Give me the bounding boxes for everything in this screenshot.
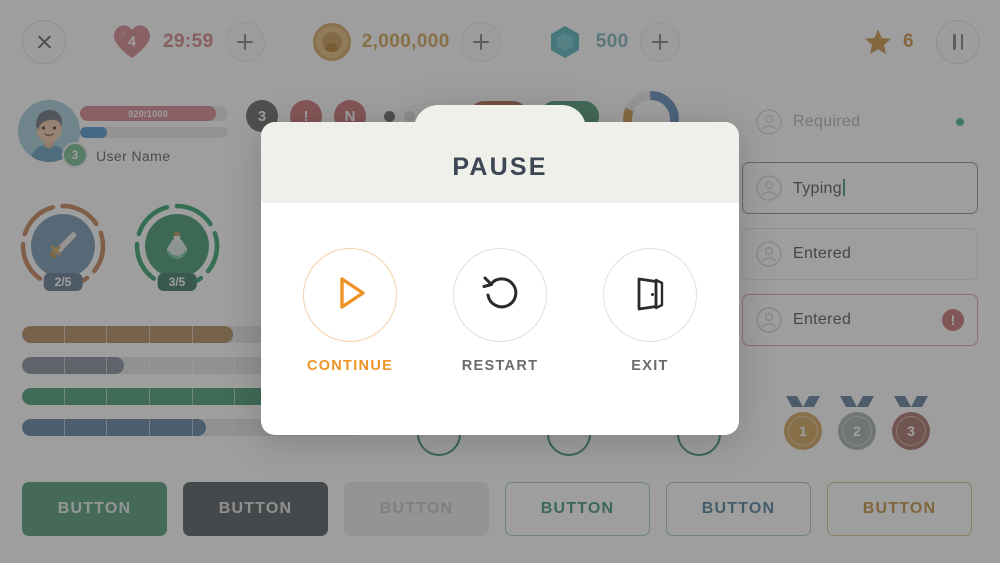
restart-button[interactable]: RESTART: [448, 248, 552, 374]
exit-door-icon: [628, 271, 672, 320]
restart-icon: [478, 271, 522, 320]
pause-modal: PAUSE CONTINUE RESTART EXIT: [261, 105, 739, 435]
game-screen: 4 29:59 2,000,000 500 6 3 920/1000 User …: [0, 0, 1000, 563]
page-title: PAUSE: [452, 153, 548, 181]
modal-actions: CONTINUE RESTART EXIT: [261, 203, 739, 435]
modal-header: PAUSE: [261, 122, 739, 203]
pause-modal-layer: PAUSE CONTINUE RESTART EXIT: [0, 0, 1000, 563]
exit-button[interactable]: EXIT: [598, 248, 702, 374]
restart-label: RESTART: [461, 358, 539, 374]
continue-button[interactable]: CONTINUE: [298, 248, 402, 374]
exit-label: EXIT: [631, 358, 669, 374]
play-icon: [328, 271, 372, 320]
continue-label: CONTINUE: [306, 358, 394, 374]
